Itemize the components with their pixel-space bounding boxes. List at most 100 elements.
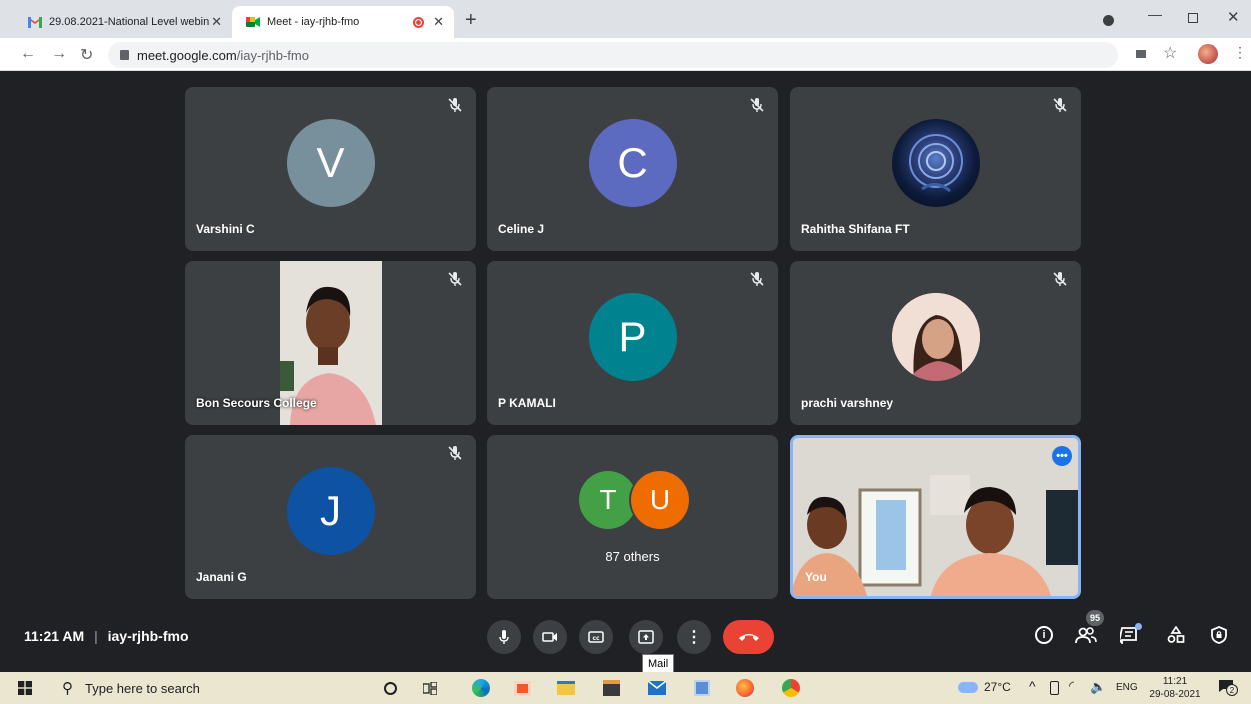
- mic-off-icon: [448, 446, 462, 460]
- tab-gmail[interactable]: 29.08.2021-National Level webin ✕: [14, 6, 232, 38]
- avatar: J: [286, 467, 375, 555]
- mic-off-icon: [448, 98, 462, 112]
- minimize-icon[interactable]: —: [1148, 6, 1162, 22]
- activities-icon: [1167, 626, 1185, 643]
- host-controls-button[interactable]: [1206, 622, 1232, 648]
- camera-icon: [542, 632, 557, 642]
- captions-icon: cc: [588, 631, 604, 643]
- others-tile[interactable]: T U 87 others: [487, 435, 778, 599]
- participant-tile[interactable]: Rahitha Shifana FT: [790, 87, 1081, 251]
- input-language[interactable]: ENG: [1116, 682, 1138, 693]
- participant-tile[interactable]: V Varshini C: [185, 87, 476, 251]
- tab-meet[interactable]: Meet - iay-rjhb-fmo ✕: [232, 6, 454, 38]
- self-tile[interactable]: ••• You: [790, 435, 1081, 599]
- participant-tile[interactable]: J Janani G: [185, 435, 476, 599]
- weather-widget[interactable]: 27°C: [958, 680, 1011, 694]
- reload-icon[interactable]: ↻: [80, 45, 93, 65]
- more-options-icon[interactable]: •••: [1052, 446, 1072, 466]
- show-hidden-icons-icon[interactable]: ^: [1029, 678, 1036, 694]
- network-icon[interactable]: ◜: [1069, 678, 1074, 694]
- media-app-icon[interactable]: [511, 677, 533, 699]
- avatar: [891, 293, 980, 381]
- avatar: T: [579, 471, 637, 529]
- mic-off-icon: [1053, 98, 1067, 112]
- meet-icon: [246, 16, 260, 28]
- bookmark-star-icon[interactable]: ☆: [1163, 43, 1177, 63]
- volume-icon[interactable]: 🔈: [1090, 679, 1106, 695]
- word-app-icon[interactable]: [691, 677, 713, 699]
- windows-taskbar: ⚲ Type here to search 27°C ^ ◜ 🔈 ENG 11:…: [0, 672, 1251, 704]
- activities-button[interactable]: [1163, 622, 1189, 648]
- firefox-icon[interactable]: [734, 677, 756, 699]
- notification-center-icon[interactable]: 2: [1218, 679, 1238, 696]
- cortana-icon[interactable]: [379, 677, 401, 699]
- search-icon: ⚲: [62, 680, 73, 697]
- meeting-info-button[interactable]: i: [1031, 622, 1057, 648]
- tab-title: 29.08.2021-National Level webin: [49, 16, 210, 28]
- avatar: P: [588, 293, 677, 381]
- present-icon: [638, 630, 654, 644]
- camera-indicator-icon[interactable]: [1136, 50, 1146, 58]
- participant-tile[interactable]: P P KAMALI: [487, 261, 778, 425]
- chat-button[interactable]: [1117, 622, 1143, 648]
- avatar[interactable]: [1198, 44, 1218, 64]
- participant-count-badge: 95: [1086, 610, 1104, 626]
- search-placeholder: Type here to search: [85, 680, 200, 696]
- cloud-icon: [958, 681, 978, 693]
- mail-icon[interactable]: [646, 677, 668, 699]
- mic-off-icon: [1053, 272, 1067, 286]
- back-icon[interactable]: ←: [20, 45, 36, 63]
- meeting-time: 11:21 AM: [24, 628, 85, 644]
- forward-icon[interactable]: →: [51, 45, 67, 63]
- participant-name: You: [805, 570, 827, 584]
- lock-icon: [120, 50, 129, 60]
- participant-name: prachi varshney: [801, 396, 894, 410]
- people-icon: [1075, 627, 1097, 644]
- mic-icon: [499, 630, 509, 644]
- close-tab-icon[interactable]: ✕: [211, 14, 222, 30]
- chrome-icon[interactable]: [780, 677, 802, 699]
- close-tab-icon[interactable]: ✕: [433, 14, 444, 30]
- clock-time: 11:21: [1162, 676, 1188, 687]
- notification-count-badge: 2: [1226, 684, 1238, 696]
- taskbar-search-box[interactable]: ⚲ Type here to search: [48, 672, 368, 704]
- task-view-icon[interactable]: [419, 677, 441, 699]
- camera-button[interactable]: [533, 620, 567, 654]
- new-tab-icon[interactable]: +: [465, 9, 477, 32]
- participant-name: Varshini C: [196, 222, 255, 236]
- profile-menu-icon[interactable]: [1103, 15, 1114, 26]
- participant-tile[interactable]: prachi varshney: [790, 261, 1081, 425]
- close-window-icon[interactable]: ✕: [1227, 8, 1240, 26]
- avatar: V: [286, 119, 375, 207]
- meet-stage: V Varshini C C Celine J Rahitha Shifana …: [0, 71, 1251, 674]
- leave-call-button[interactable]: [723, 620, 774, 654]
- participants-button[interactable]: 95: [1073, 610, 1104, 648]
- store-icon[interactable]: [600, 677, 622, 699]
- tooltip: Mail: [642, 654, 675, 674]
- battery-icon[interactable]: [1050, 681, 1059, 695]
- participant-tile[interactable]: Bon Secours College: [185, 261, 476, 425]
- url-field[interactable]: meet.google.com/iay-rjhb-fmo: [108, 42, 1118, 68]
- chat-notification-dot: [1135, 623, 1142, 630]
- windows-start-icon[interactable]: [14, 677, 36, 699]
- temperature: 27°C: [984, 680, 1011, 694]
- restore-icon[interactable]: [1188, 13, 1198, 23]
- captions-button[interactable]: cc: [579, 620, 613, 654]
- present-button[interactable]: [629, 620, 663, 654]
- call-controls-bar: 11:21 AM | iay-rjhb-fmo cc ⋮ i 95: [0, 608, 1251, 664]
- participant-tile[interactable]: C Celine J: [487, 87, 778, 251]
- profile-photo-image: [891, 293, 980, 381]
- edge-icon[interactable]: [470, 677, 492, 699]
- file-explorer-icon[interactable]: [555, 677, 577, 699]
- mic-button[interactable]: [487, 620, 521, 654]
- meeting-code: iay-rjhb-fmo: [107, 628, 189, 644]
- svg-text:cc: cc: [592, 635, 600, 642]
- browser-tab-bar: 29.08.2021-National Level webin ✕ Meet -…: [0, 0, 1251, 38]
- tab-title: Meet - iay-rjhb-fmo: [267, 16, 360, 28]
- browser-menu-icon[interactable]: ⋮: [1233, 44, 1247, 61]
- clock[interactable]: 11:21 29-08-2021: [1146, 675, 1204, 701]
- rose-image: [908, 134, 963, 193]
- address-bar: ← → ↻ meet.google.com/iay-rjhb-fmo ☆ ⋮: [0, 38, 1251, 71]
- more-options-button[interactable]: ⋮: [677, 620, 711, 654]
- more-vert-icon: ⋮: [686, 629, 702, 646]
